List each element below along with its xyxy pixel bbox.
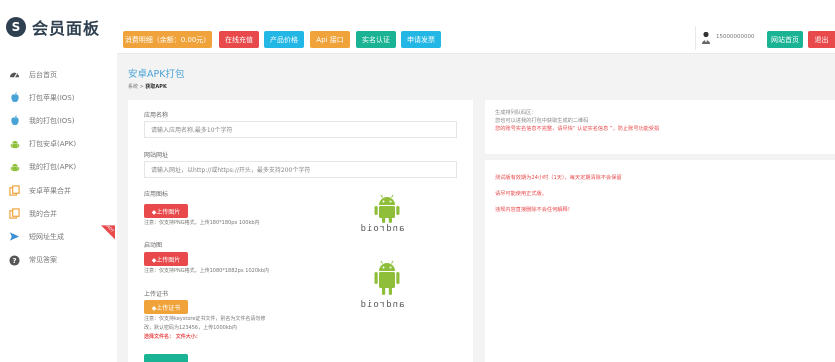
site-home-button[interactable]: 网站首页: [767, 31, 803, 48]
sidebar-item-label: 后台首页: [29, 70, 57, 79]
android-wordmark: android: [359, 300, 405, 310]
upload-cert-button[interactable]: ◆上传证书: [144, 300, 188, 314]
sidebar-item-label: 打包苹果(IOS): [29, 93, 75, 102]
sidebar-item-pack-apk[interactable]: 打包安卓(APK): [0, 133, 117, 156]
info-panel-qrcode: 生成排列队码区： 您也可以进我的打包中获取生成的二维码 您的账号实名信息不完整，…: [485, 100, 835, 154]
android-icon: [9, 162, 20, 173]
apple-icon: [9, 92, 20, 103]
breadcrumb-current: 获取APK: [145, 84, 167, 90]
app-name-label: 应用名称: [144, 112, 169, 119]
svg-text:?: ?: [12, 255, 16, 264]
billing-button[interactable]: 消费明细（余额：0.00元）: [123, 31, 212, 48]
invoice-button[interactable]: 申请发票: [401, 31, 441, 48]
apple-icon: [9, 115, 20, 126]
android-wordmark: android: [359, 224, 405, 234]
sidebar-item-label: 我的合并: [29, 209, 57, 218]
app-icon-label: 应用图标: [144, 191, 169, 198]
sidebar-item-my-apk[interactable]: 我的打包(APK): [0, 156, 117, 179]
pricing-button[interactable]: 产品价格: [264, 31, 304, 48]
breadcrumb-home[interactable]: 系统: [128, 84, 138, 90]
icon-preview: android: [360, 192, 406, 234]
real-name-button[interactable]: 实名认证: [356, 31, 396, 48]
splash-label: 启动图: [144, 242, 163, 249]
cert-label: 上传证书: [144, 291, 169, 298]
upload-icon-button[interactable]: ◆上传图片: [144, 204, 188, 218]
sidebar-item-dashboard[interactable]: 后台首页: [0, 63, 117, 86]
notice-line: 测试版有效期为24小时（1天），每天定期清除不会保留: [495, 175, 622, 181]
plane-icon: [9, 231, 20, 242]
logout-button[interactable]: 退出: [808, 31, 835, 48]
user-avatar-icon[interactable]: [701, 30, 711, 44]
sidebar-item-my-merge[interactable]: 我的合并: [0, 202, 117, 225]
sidebar-item-label: 我的打包(APK): [29, 163, 77, 172]
dashboard-icon: [9, 69, 20, 80]
cert-note-1: 注意：仅支持keystore证书文件，别名为文件名请勿修: [144, 316, 266, 322]
sidebar-item-merge[interactable]: 安卓苹果合并: [0, 179, 117, 202]
cert-note-2: 改，默认密码为123456，上传1000kb内: [144, 325, 237, 331]
splash-preview: android: [360, 258, 406, 310]
info-warning: 您的账号实名信息不完整，请尽快“ 认证实名信息 ”，防止账号功能受损: [495, 126, 660, 132]
sidebar-item-label: 安卓苹果合并: [29, 186, 71, 195]
android-icon: [9, 139, 20, 150]
hot-badge: HOT: [101, 225, 115, 240]
upload-splash-button[interactable]: ◆上传图片: [144, 252, 188, 266]
breadcrumb: 系统 > 获取APK: [128, 83, 167, 90]
notice-line: 违规内容直接删除不会任何解释！: [495, 207, 573, 213]
recharge-button[interactable]: 在线充值: [219, 31, 259, 48]
sidebar-item-pack-ios[interactable]: 打包苹果(IOS): [0, 86, 117, 109]
url-label: 网站网址: [144, 152, 169, 159]
info-line: 您也可以进我的打包中获取生成的二维码: [495, 118, 589, 124]
breadcrumb-separator: >: [139, 84, 144, 90]
sidebar-item-faq[interactable]: ? 常见答案: [0, 249, 117, 272]
cert-selected-file: 选择文件名： 文件大小：: [144, 334, 201, 340]
question-icon: ?: [9, 255, 20, 266]
info-line: 生成排列队码区：: [495, 110, 537, 116]
sidebar: S 会员面板 后台首页 打包苹果(IOS) 我的打包(IOS) 打包安卓(APK…: [0, 0, 117, 362]
sidebar-item-label: 我的打包(IOS): [29, 116, 75, 125]
logo-icon: S: [6, 17, 26, 37]
brand-title: 会员面板: [32, 19, 101, 38]
apk-form-panel: 应用名称 请输入应用名称,最多10个字符 网站网址 请输入网址，以http://…: [128, 100, 473, 362]
header-divider: [695, 26, 696, 50]
sidebar-item-short-url[interactable]: 短网址生成 HOT: [0, 225, 117, 248]
notice-line: 请尽可能使用正式版。: [495, 191, 547, 197]
page-title: 安卓APK打包: [128, 69, 185, 80]
api-button[interactable]: Api 接口: [310, 31, 350, 48]
icon-note: 注意：仅支持PNG格式，上传180*180px 100kb内: [144, 220, 260, 226]
copy-icon: [9, 185, 20, 196]
user-phone: 15000000000: [716, 34, 755, 40]
submit-button[interactable]: [144, 354, 188, 362]
app-name-input[interactable]: 请输入应用名称,最多10个字符: [144, 121, 457, 138]
sidebar-item-label: 常见答案: [29, 256, 57, 265]
url-input[interactable]: 请输入网址，以http://或https://开头，最多支持200个字符: [144, 161, 457, 178]
sidebar-item-my-ios[interactable]: 我的打包(IOS): [0, 109, 117, 132]
copy-icon: [9, 208, 20, 219]
info-panel-notice: 测试版有效期为24小时（1天），每天定期清除不会保留 请尽可能使用正式版。 违规…: [485, 160, 835, 362]
sidebar-item-label: 短网址生成: [29, 232, 64, 241]
sidebar-item-label: 打包安卓(APK): [29, 140, 77, 149]
brand-logo[interactable]: S 会员面板: [0, 0, 117, 54]
splash-note: 注意：仅支持PNG格式，上传1080*1882px 1020kb内: [144, 268, 270, 274]
